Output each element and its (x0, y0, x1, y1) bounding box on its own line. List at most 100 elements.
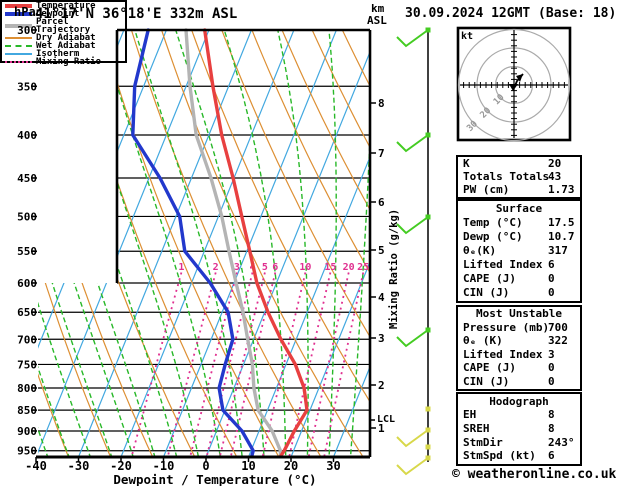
index-row: Pressure (mb) 700 (458, 320, 580, 334)
svg-text:20: 20 (343, 262, 355, 273)
pressure-tick-label: 900 (17, 425, 37, 438)
index-value: 0 (548, 286, 555, 299)
wind-barb-dot (425, 444, 431, 450)
pressure-tick-label: 700 (17, 333, 37, 346)
temp-tick-label: -20 (110, 459, 132, 473)
index-row: StmDir 243° (458, 435, 580, 449)
index-label: Temp (°C) (463, 216, 523, 229)
index-label: Dewp (°C) (463, 230, 523, 243)
pressure-tick-label: 850 (17, 404, 37, 417)
index-label: PW (cm) (463, 183, 510, 196)
svg-text:15: 15 (324, 262, 336, 273)
index-row: θₑ(K) 317 (458, 245, 580, 257)
index-label: EH (463, 408, 477, 422)
index-value: 6 (548, 449, 555, 463)
datetime-title: 30.09.2024 12GMT (Base: 18) (405, 6, 617, 21)
index-value: 6 (548, 258, 555, 271)
pressure-tick-label: 300 (17, 24, 37, 37)
index-value: 3 (548, 347, 555, 361)
temp-tick-label: 10 (241, 459, 255, 473)
index-label: CAPE (J) (463, 272, 516, 285)
mixing-ratio-axis-caption: Mixing Ratio (g/kg) (388, 208, 400, 329)
index-value: 43 (548, 170, 562, 183)
index-row: Lifted Index 3 (458, 347, 580, 361)
index-label: CIN (J) (463, 286, 510, 299)
dewpoint-curve (131, 28, 255, 459)
index-value: 0 (548, 361, 555, 375)
km-tick-label: 6 (378, 196, 385, 209)
index-row: K 20 (458, 158, 580, 170)
index-row: CIN (J) 0 (458, 287, 580, 299)
index-label: Totals Totals (463, 170, 550, 183)
svg-text:10: 10 (299, 262, 311, 273)
index-label: SREH (463, 421, 490, 435)
index-value: 20 (548, 157, 562, 170)
index-value: 243° (548, 435, 575, 449)
index-label: θₑ (K) (463, 334, 503, 348)
svg-text:2: 2 (213, 262, 219, 273)
pressure-tick-label: 600 (17, 277, 37, 290)
pressure-tick-label: 550 (17, 245, 37, 258)
surface-box: Surface Temp (°C) 17.5 Dewp (°C) 10.7 θₑ(K… (456, 199, 582, 303)
pressure-tick-label: 650 (17, 306, 37, 319)
hodograph-box: Hodograph EH 8 SREH 8 StmDir 243° StmSpd (k… (456, 392, 582, 466)
svg-text:5: 5 (262, 262, 268, 273)
index-value: 1.73 (548, 183, 575, 196)
most-unstable-box-title: Most Unstable (475, 307, 563, 321)
wind-barb (396, 29, 429, 48)
index-value: 8 (548, 421, 555, 435)
pressure-tick-label: 450 (17, 172, 37, 185)
index-label: CIN (J) (463, 374, 510, 388)
pressure-tick-label: 800 (17, 382, 37, 395)
surface-box-title: Surface (495, 202, 543, 215)
pressure-tick-label: 750 (17, 358, 37, 371)
wind-barb (396, 429, 429, 448)
index-value: 8 (548, 408, 555, 422)
copyright: © weatheronline.co.uk (452, 467, 617, 482)
pressure-tick-label: 400 (17, 129, 37, 142)
svg-text:6: 6 (272, 262, 278, 273)
index-value: 10.7 (548, 230, 575, 243)
indices-box: K 20 Totals Totals 43 PW (cm) 1.73 (456, 155, 582, 199)
sounding-screenshot: 300 350 400 450 500 550 600 650 700 750 800 850 900 9… (0, 0, 629, 486)
index-label: θₑ(K) (463, 244, 497, 257)
temp-tick-label: 30 (326, 459, 340, 473)
temp-tick-label: 0 (202, 459, 209, 473)
km-tick-label: 5 (378, 244, 385, 257)
index-label: Lifted Index (463, 258, 543, 271)
index-label: StmSpd (kt) (463, 449, 536, 463)
km-tick-label: 8 (378, 97, 385, 110)
wind-barb (396, 134, 429, 153)
pressure-axis-unit: hPa (14, 5, 36, 19)
wind-barb (396, 329, 429, 348)
x-axis-caption: Dewpoint / Temperature (°C) (113, 472, 317, 486)
km-tick-label: 3 (378, 332, 385, 345)
wind-barb-dot (425, 406, 431, 412)
temp-tick-label: -30 (68, 459, 90, 473)
index-row: CIN (J) 0 (458, 374, 580, 388)
index-label: Lifted Index (463, 347, 543, 361)
temperature-axis: -40 -30 -20 -10 0 10 20 30 (25, 457, 341, 473)
svg-text:25: 25 (357, 262, 369, 273)
index-value: 700 (548, 320, 568, 334)
index-row: CAPE (J) 0 (458, 362, 580, 374)
index-row: Totals Totals 43 (458, 171, 580, 183)
pressure-tick-label: 350 (17, 80, 37, 93)
index-value: 317 (548, 244, 568, 257)
index-row: EH 8 (458, 409, 580, 421)
index-value: 0 (548, 272, 555, 285)
km-tick-label: 4 (378, 291, 385, 304)
index-value: 322 (548, 334, 568, 348)
lcl-label: LCL (377, 414, 396, 425)
height-axis: 87654321 (370, 97, 385, 435)
hodograph-box-title: Hodograph (489, 394, 549, 408)
temp-tick-label: 20 (284, 459, 298, 473)
index-row: Dewp (°C) 10.7 (458, 231, 580, 243)
km-tick-label: 7 (378, 147, 385, 160)
plot-frame (36, 28, 372, 459)
index-row: PW (cm) 1.73 (458, 184, 580, 196)
index-row: SREH 8 (458, 421, 580, 435)
pressure-tick-label: 950 (17, 445, 37, 458)
index-row: StmSpd (kt) 6 (458, 450, 580, 462)
hodograph-plot: 102030 (456, 26, 572, 142)
